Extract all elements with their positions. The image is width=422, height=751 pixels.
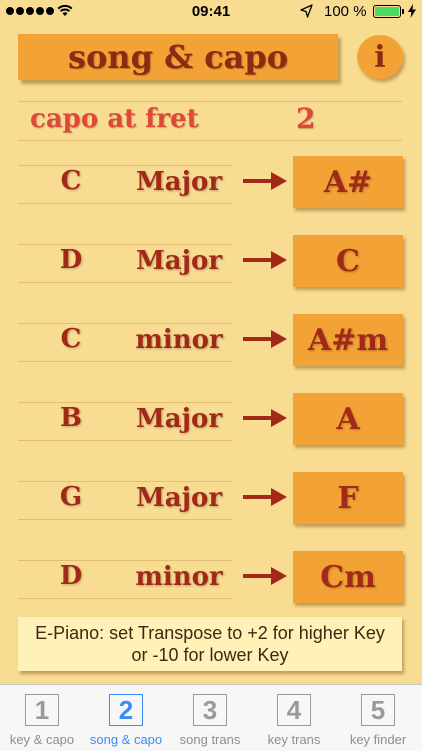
chord-quality-picker[interactable]: Major (124, 246, 234, 276)
transpose-info-text: E-Piano: set Transpose to +2 for higher … (35, 623, 385, 665)
row-divider (18, 203, 232, 204)
transposed-chord: A (293, 393, 403, 445)
chord-quality-picker[interactable]: Major (124, 167, 234, 197)
chord-root-picker[interactable]: G (56, 482, 86, 512)
status-bar: 09:41 100 % (0, 0, 422, 24)
row-divider (18, 323, 232, 324)
arrow-right-icon (243, 330, 287, 348)
chord-row: D Major C (0, 235, 422, 287)
chord-row: D minor Cm (0, 551, 422, 603)
chord-row: C Major A# (0, 156, 422, 208)
row-divider (18, 244, 232, 245)
chord-row: B Major A (0, 393, 422, 445)
row-divider (18, 361, 232, 362)
tab-label: song & capo (89, 732, 163, 747)
transposed-chord: F (293, 472, 403, 524)
chord-root-picker[interactable]: C (56, 166, 86, 196)
row-divider (18, 282, 232, 283)
tab-key-finder[interactable]: 5 key finder (336, 685, 420, 751)
tab-number-icon: 3 (193, 694, 227, 726)
transposed-chord: C (293, 235, 403, 287)
battery-icon (373, 5, 401, 18)
chord-row: C minor A#m (0, 314, 422, 366)
battery-tip (402, 9, 404, 14)
tab-label: song trans (179, 732, 241, 747)
tab-bar: 1 key & capo 2 song & capo 3 song trans … (0, 684, 422, 751)
tab-song-trans[interactable]: 3 song trans (168, 685, 252, 751)
chord-quality-picker[interactable]: Major (124, 404, 234, 434)
tab-key-trans[interactable]: 4 key trans (252, 685, 336, 751)
battery-percentage: 100 % (324, 3, 367, 20)
divider (18, 140, 402, 141)
chord-root-picker[interactable]: D (56, 245, 86, 275)
tab-key-capo[interactable]: 1 key & capo (0, 685, 84, 751)
row-divider (18, 519, 232, 520)
chord-quality-picker[interactable]: Major (124, 483, 234, 513)
chord-quality-picker[interactable]: minor (124, 562, 234, 592)
tab-song-capo[interactable]: 2 song & capo (84, 685, 168, 751)
tab-number-icon: 2 (109, 694, 143, 726)
info-button[interactable]: i (357, 35, 403, 79)
row-divider (18, 165, 232, 166)
capo-fret-value[interactable]: 2 (296, 102, 315, 135)
tab-label: key finder (349, 732, 407, 747)
page-title: song & capo (18, 34, 338, 80)
location-arrow-icon (300, 4, 313, 18)
row-divider (18, 402, 232, 403)
chord-quality-picker[interactable]: minor (124, 325, 234, 355)
arrow-right-icon (243, 567, 287, 585)
transposed-chord: A#m (293, 314, 403, 366)
tab-number-icon: 4 (277, 694, 311, 726)
row-divider (18, 481, 232, 482)
divider (18, 101, 402, 102)
tab-number-icon: 5 (361, 694, 395, 726)
transposed-chord: A# (293, 156, 403, 208)
row-divider (18, 598, 232, 599)
arrow-right-icon (243, 172, 287, 190)
transposed-chord: Cm (293, 551, 403, 603)
charging-bolt-icon (408, 4, 416, 18)
arrow-right-icon (243, 488, 287, 506)
capo-label: capo at fret (30, 104, 199, 134)
tab-label: key & capo (9, 732, 75, 747)
transpose-info-box: E-Piano: set Transpose to +2 for higher … (18, 617, 402, 671)
chord-root-picker[interactable]: D (56, 561, 86, 591)
arrow-right-icon (243, 251, 287, 269)
tab-number-icon: 1 (25, 694, 59, 726)
row-divider (18, 560, 232, 561)
row-divider (18, 440, 232, 441)
chord-root-picker[interactable]: C (56, 324, 86, 354)
arrow-right-icon (243, 409, 287, 427)
chord-row: G Major F (0, 472, 422, 524)
chord-root-picker[interactable]: B (56, 403, 86, 433)
tab-label: key trans (267, 732, 321, 747)
